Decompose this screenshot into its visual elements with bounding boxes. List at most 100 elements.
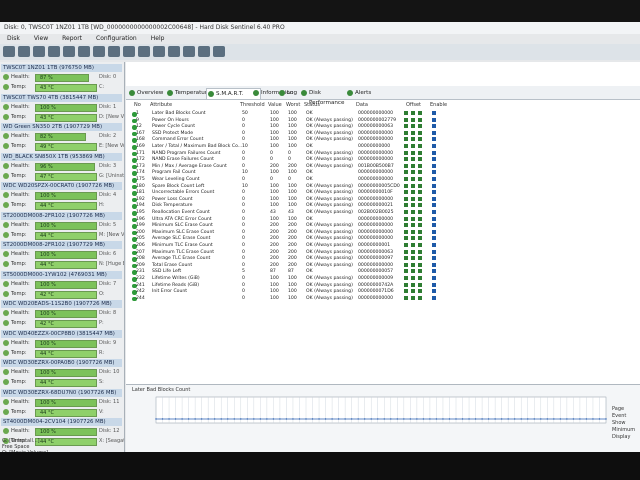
minus-icon[interactable] [404,190,408,195]
enable-checkbox[interactable] [432,262,436,267]
disk-entry[interactable]: TWSC0T 1NZ01 1TB (976750 MB) Health: 87 % D… [1,64,122,96]
table-row[interactable]: 194 Disk Temperature 0 100 100 OK (Always pas… [130,203,570,209]
enable-checkbox[interactable] [432,295,436,300]
refresh-icon[interactable] [3,46,15,57]
table-row[interactable]: 209 Total Erase Count 0 200 200 OK (Always pa… [130,262,570,269]
column-header[interactable]: Attribute [150,102,172,110]
show-label[interactable]: Show [612,420,635,427]
table-row[interactable]: 195 Reallocation Event Count 0 43 43 OK (Alwa… [130,210,570,216]
plus-icon[interactable] [418,144,422,148]
minus-icon[interactable] [404,177,408,181]
report-icon[interactable] [18,46,30,57]
plus-icon[interactable] [418,150,422,155]
plus-icon[interactable] [418,289,422,294]
disk-entry[interactable]: WDC WD20EADS-11S2B0 (1907726 MB) Health: 1… [1,300,122,332]
minus-icon[interactable] [404,249,408,254]
plus-icon[interactable] [418,262,422,267]
offset-value-icon[interactable] [411,170,415,175]
info-icon[interactable] [213,46,225,57]
minus-icon[interactable] [404,216,408,221]
chart-icon[interactable] [138,46,150,57]
enable-checkbox[interactable] [432,117,436,122]
disk-icon[interactable] [123,46,135,57]
offset-value-icon[interactable] [411,190,415,195]
table-row[interactable]: 205 Average SLC Erase Count 0 200 200 OK (Alw… [130,236,570,242]
minus-icon[interactable] [404,124,408,129]
disk-icon[interactable] [48,46,60,57]
table-row[interactable]: 12 Power Cycle Count 0 100 100 OK (Always pas… [130,124,570,130]
offset-value-icon[interactable] [411,269,415,274]
plus-icon[interactable] [418,157,422,162]
table-row[interactable]: 181 Uncorrectable Errors Count 0 100 100 OK (… [130,190,570,196]
table-row[interactable]: 171 NAND Program Failures Count 0 0 0 OK (Alw… [130,150,570,157]
minus-icon[interactable] [404,157,408,162]
enable-checkbox[interactable] [432,177,436,181]
offset-value-icon[interactable] [411,295,415,300]
enable-checkbox[interactable] [432,269,436,274]
chart-icon[interactable] [153,46,165,57]
disk-entry[interactable]: WDC WD40EZZX-00CP8B0 (3815447 MB) Health:… [1,329,122,362]
enable-checkbox[interactable] [432,229,436,234]
disk-icon[interactable] [93,46,105,57]
enable-checkbox[interactable] [432,170,436,175]
column-header[interactable]: Threshold [240,102,265,110]
enable-checkbox[interactable] [432,289,436,294]
enable-checkbox[interactable] [432,276,436,280]
offset-value-icon[interactable] [411,276,415,280]
offset-value-icon[interactable] [411,289,415,294]
plus-icon[interactable] [418,216,422,221]
enable-checkbox[interactable] [432,157,436,162]
enable-checkbox[interactable] [432,130,436,135]
plus-icon[interactable] [418,137,422,142]
enable-checkbox[interactable] [432,203,436,208]
offset-value-icon[interactable] [411,282,415,287]
offset-value-icon[interactable] [411,236,415,241]
offset-value-icon[interactable] [411,249,415,254]
minus-icon[interactable] [404,144,408,148]
table-row[interactable]: 1 Later Bad Blocks Count 50 100 100 OK 0000000… [130,111,570,117]
offset-value-icon[interactable] [411,196,415,201]
plus-icon[interactable] [418,269,422,274]
minus-icon[interactable] [404,256,408,261]
minus-icon[interactable] [404,196,408,201]
settings-icon[interactable] [183,46,195,57]
minus-icon[interactable] [404,117,408,122]
plus-icon[interactable] [418,210,422,214]
table-row[interactable]: 168 Command Error Count 0 100 100 OK (Always … [130,137,570,143]
offset-value-icon[interactable] [411,210,415,214]
minus-icon[interactable] [404,150,408,155]
disk-icon[interactable] [63,46,75,57]
enable-checkbox[interactable] [432,190,436,195]
table-row[interactable]: 241 Lifetime Reads (GiB) 0 100 100 OK (Always… [130,282,570,289]
plus-icon[interactable] [418,183,422,188]
table-row[interactable]: 231 SSD Life Left 5 87 87 OK 000000000057 [130,269,570,275]
enable-checkbox[interactable] [432,124,436,129]
plus-icon[interactable] [418,124,422,129]
offset-value-icon[interactable] [411,124,415,129]
disk-entry[interactable]: ST5000DM000-1YW102 (4769031 MB) Health: 10… [1,270,122,303]
plus-icon[interactable] [418,223,422,228]
enable-checkbox[interactable] [432,243,436,247]
table-row[interactable]: 172 NAND Erase Failures Count 0 0 0 OK (Alway… [130,157,570,163]
plus-icon[interactable] [418,196,422,201]
offset-value-icon[interactable] [411,229,415,234]
column-header[interactable]: No [134,102,141,110]
disk-entry[interactable]: WD Green SN350 2TB (1907729 MB) Health: 82… [1,123,124,155]
minus-icon[interactable] [404,282,408,287]
minus-icon[interactable] [404,229,408,234]
enable-checkbox[interactable] [432,236,436,241]
enable-checkbox[interactable] [432,249,436,254]
offset-value-icon[interactable] [411,243,415,247]
column-header[interactable]: Value [268,102,282,110]
plus-icon[interactable] [418,243,422,247]
disk-entry[interactable]: TWSC0T TWS70 4TB (3815447 MB) Health: 100 … [1,93,124,126]
table-row[interactable]: 232 Lifetime Writes (GiB) 0 100 100 OK (Alway… [130,276,570,282]
minus-icon[interactable] [404,111,408,115]
offset-value-icon[interactable] [411,117,415,122]
disk-entry[interactable]: WDC WD30EZRX-00PA0B0 (1907726 MB) Health:… [1,359,122,391]
offset-value-icon[interactable] [411,203,415,208]
minus-icon[interactable] [404,262,408,267]
offset-value-icon[interactable] [411,177,415,181]
table-row[interactable]: 196 Ultra ATA CRC Error Count 0 100 100 OK 000… [130,216,570,223]
disk-entry[interactable]: ST2000DM008-2FR102 (1907726 MB) Health: 10… [1,211,124,244]
